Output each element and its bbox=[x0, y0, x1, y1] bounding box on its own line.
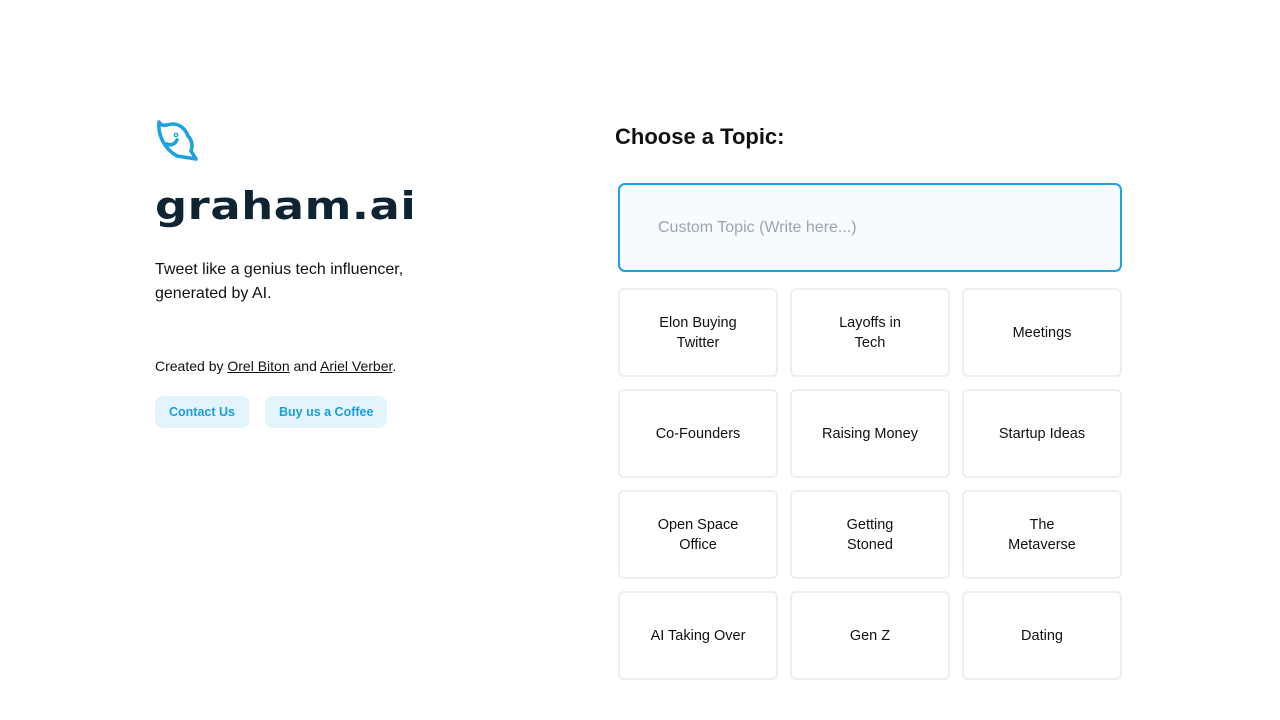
author-link-orel[interactable]: Orel Biton bbox=[227, 358, 289, 374]
topic-card[interactable]: Open Space Office bbox=[618, 490, 778, 579]
topic-card[interactable]: Layoffs in Tech bbox=[790, 288, 950, 377]
custom-topic-input[interactable] bbox=[618, 183, 1122, 272]
page: graham.ai Tweet like a genius tech influ… bbox=[0, 0, 1280, 720]
credits-suffix: . bbox=[392, 358, 397, 374]
topic-card[interactable]: AI Taking Over bbox=[618, 591, 778, 680]
contact-us-button[interactable]: Contact Us bbox=[155, 396, 249, 428]
credits-conjunction: and bbox=[293, 358, 317, 374]
tagline: Tweet like a genius tech influencer, gen… bbox=[155, 261, 404, 302]
topic-panel: Choose a Topic: Elon Buying Twitter Layo… bbox=[615, 122, 1125, 680]
buy-coffee-button[interactable]: Buy us a Coffee bbox=[264, 396, 388, 428]
credits-prefix: Created by bbox=[155, 358, 224, 374]
section-title: Choose a Topic: bbox=[615, 124, 785, 149]
brand-wordmark: graham.ai bbox=[155, 184, 417, 228]
topic-card[interactable]: Meetings bbox=[962, 288, 1122, 377]
bird-logo-icon bbox=[157, 120, 198, 161]
topic-grid: Elon Buying Twitter Layoffs in Tech Meet… bbox=[618, 288, 1122, 680]
topic-card[interactable]: The Metaverse bbox=[962, 490, 1122, 579]
topic-card[interactable]: Raising Money bbox=[790, 389, 950, 478]
topic-card[interactable]: Co-Founders bbox=[618, 389, 778, 478]
topic-card[interactable]: Gen Z bbox=[790, 591, 950, 680]
topic-card[interactable]: Dating bbox=[962, 591, 1122, 680]
intro-panel: graham.ai Tweet like a genius tech influ… bbox=[155, 118, 475, 428]
topic-card[interactable]: Getting Stoned bbox=[790, 490, 950, 579]
credits-line: Created by Orel Biton and Ariel Verber. bbox=[155, 356, 475, 376]
author-link-ariel[interactable]: Ariel Verber bbox=[320, 358, 392, 374]
topic-card[interactable]: Startup Ideas bbox=[962, 389, 1122, 478]
action-buttons: Contact Us Buy us a Coffee bbox=[155, 396, 475, 428]
topic-card[interactable]: Elon Buying Twitter bbox=[618, 288, 778, 377]
